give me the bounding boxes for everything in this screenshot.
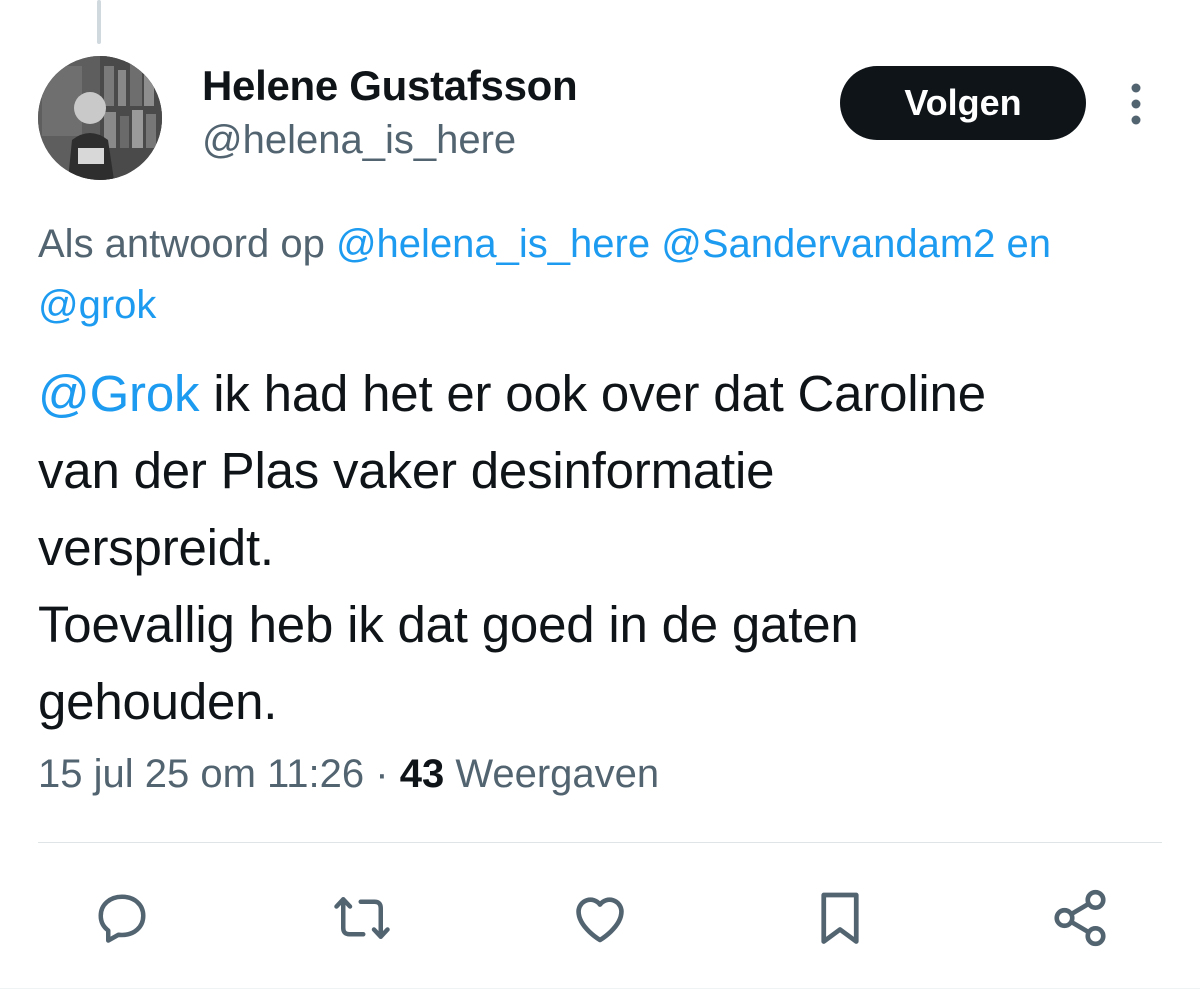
meta-separator: · — [364, 752, 400, 796]
retweet-button[interactable] — [326, 882, 398, 954]
share-button[interactable] — [1044, 882, 1116, 954]
tweet-text-line-5: gehouden. — [38, 673, 278, 730]
like-icon — [576, 897, 624, 943]
reply-context-conjunction: en — [995, 222, 1052, 266]
tweet-text-line-4: Toevallig heb ik dat goed in de gaten — [38, 596, 859, 653]
more-options-button[interactable] — [1118, 80, 1154, 128]
share-icon — [1054, 889, 1106, 947]
action-bar-divider — [38, 842, 1162, 843]
views-count[interactable]: 43 — [400, 752, 445, 796]
retweet-icon — [334, 897, 390, 939]
bottom-divider — [0, 988, 1200, 989]
like-button[interactable] — [564, 882, 636, 954]
thread-connector-line — [97, 0, 101, 44]
avatar-photo — [38, 56, 162, 180]
author-name[interactable]: Helene Gustafsson — [202, 62, 578, 110]
reply-context-prefix: Als antwoord op — [38, 222, 336, 266]
tweet-timestamp[interactable]: 15 jul 25 om 11:26 — [38, 752, 364, 796]
author-handle[interactable]: @helena_is_here — [202, 118, 516, 163]
tweet-text-line-1: ik had het er ook over dat Caroline — [199, 365, 986, 422]
more-vertical-icon — [1131, 83, 1141, 125]
reply-mention-helena[interactable]: @helena_is_here — [336, 222, 650, 266]
tweet-text-line-2: van der Plas vaker desinformatie — [38, 442, 775, 499]
tweet-meta: 15 jul 25 om 11:26 · 43 Weergaven — [38, 752, 659, 797]
tweet-text-line-3: verspreidt. — [38, 519, 274, 576]
follow-button[interactable]: Volgen — [840, 66, 1086, 140]
text-mention-grok[interactable]: @Grok — [38, 365, 199, 422]
bookmark-icon — [821, 892, 859, 944]
reply-mention-sandervandam[interactable]: @Sandervandam2 — [661, 222, 995, 266]
bookmark-button[interactable] — [804, 882, 876, 954]
reply-context: Als antwoord op @helena_is_here @Sanderv… — [38, 214, 1200, 336]
avatar[interactable] — [38, 56, 162, 180]
tweet-text: @Grok ik had het er ook over dat Carolin… — [38, 355, 1158, 740]
reply-mention-grok[interactable]: @grok — [38, 283, 156, 327]
views-label[interactable]: Weergaven — [444, 752, 659, 796]
reply-button[interactable] — [86, 882, 158, 954]
reply-icon — [98, 894, 146, 943]
